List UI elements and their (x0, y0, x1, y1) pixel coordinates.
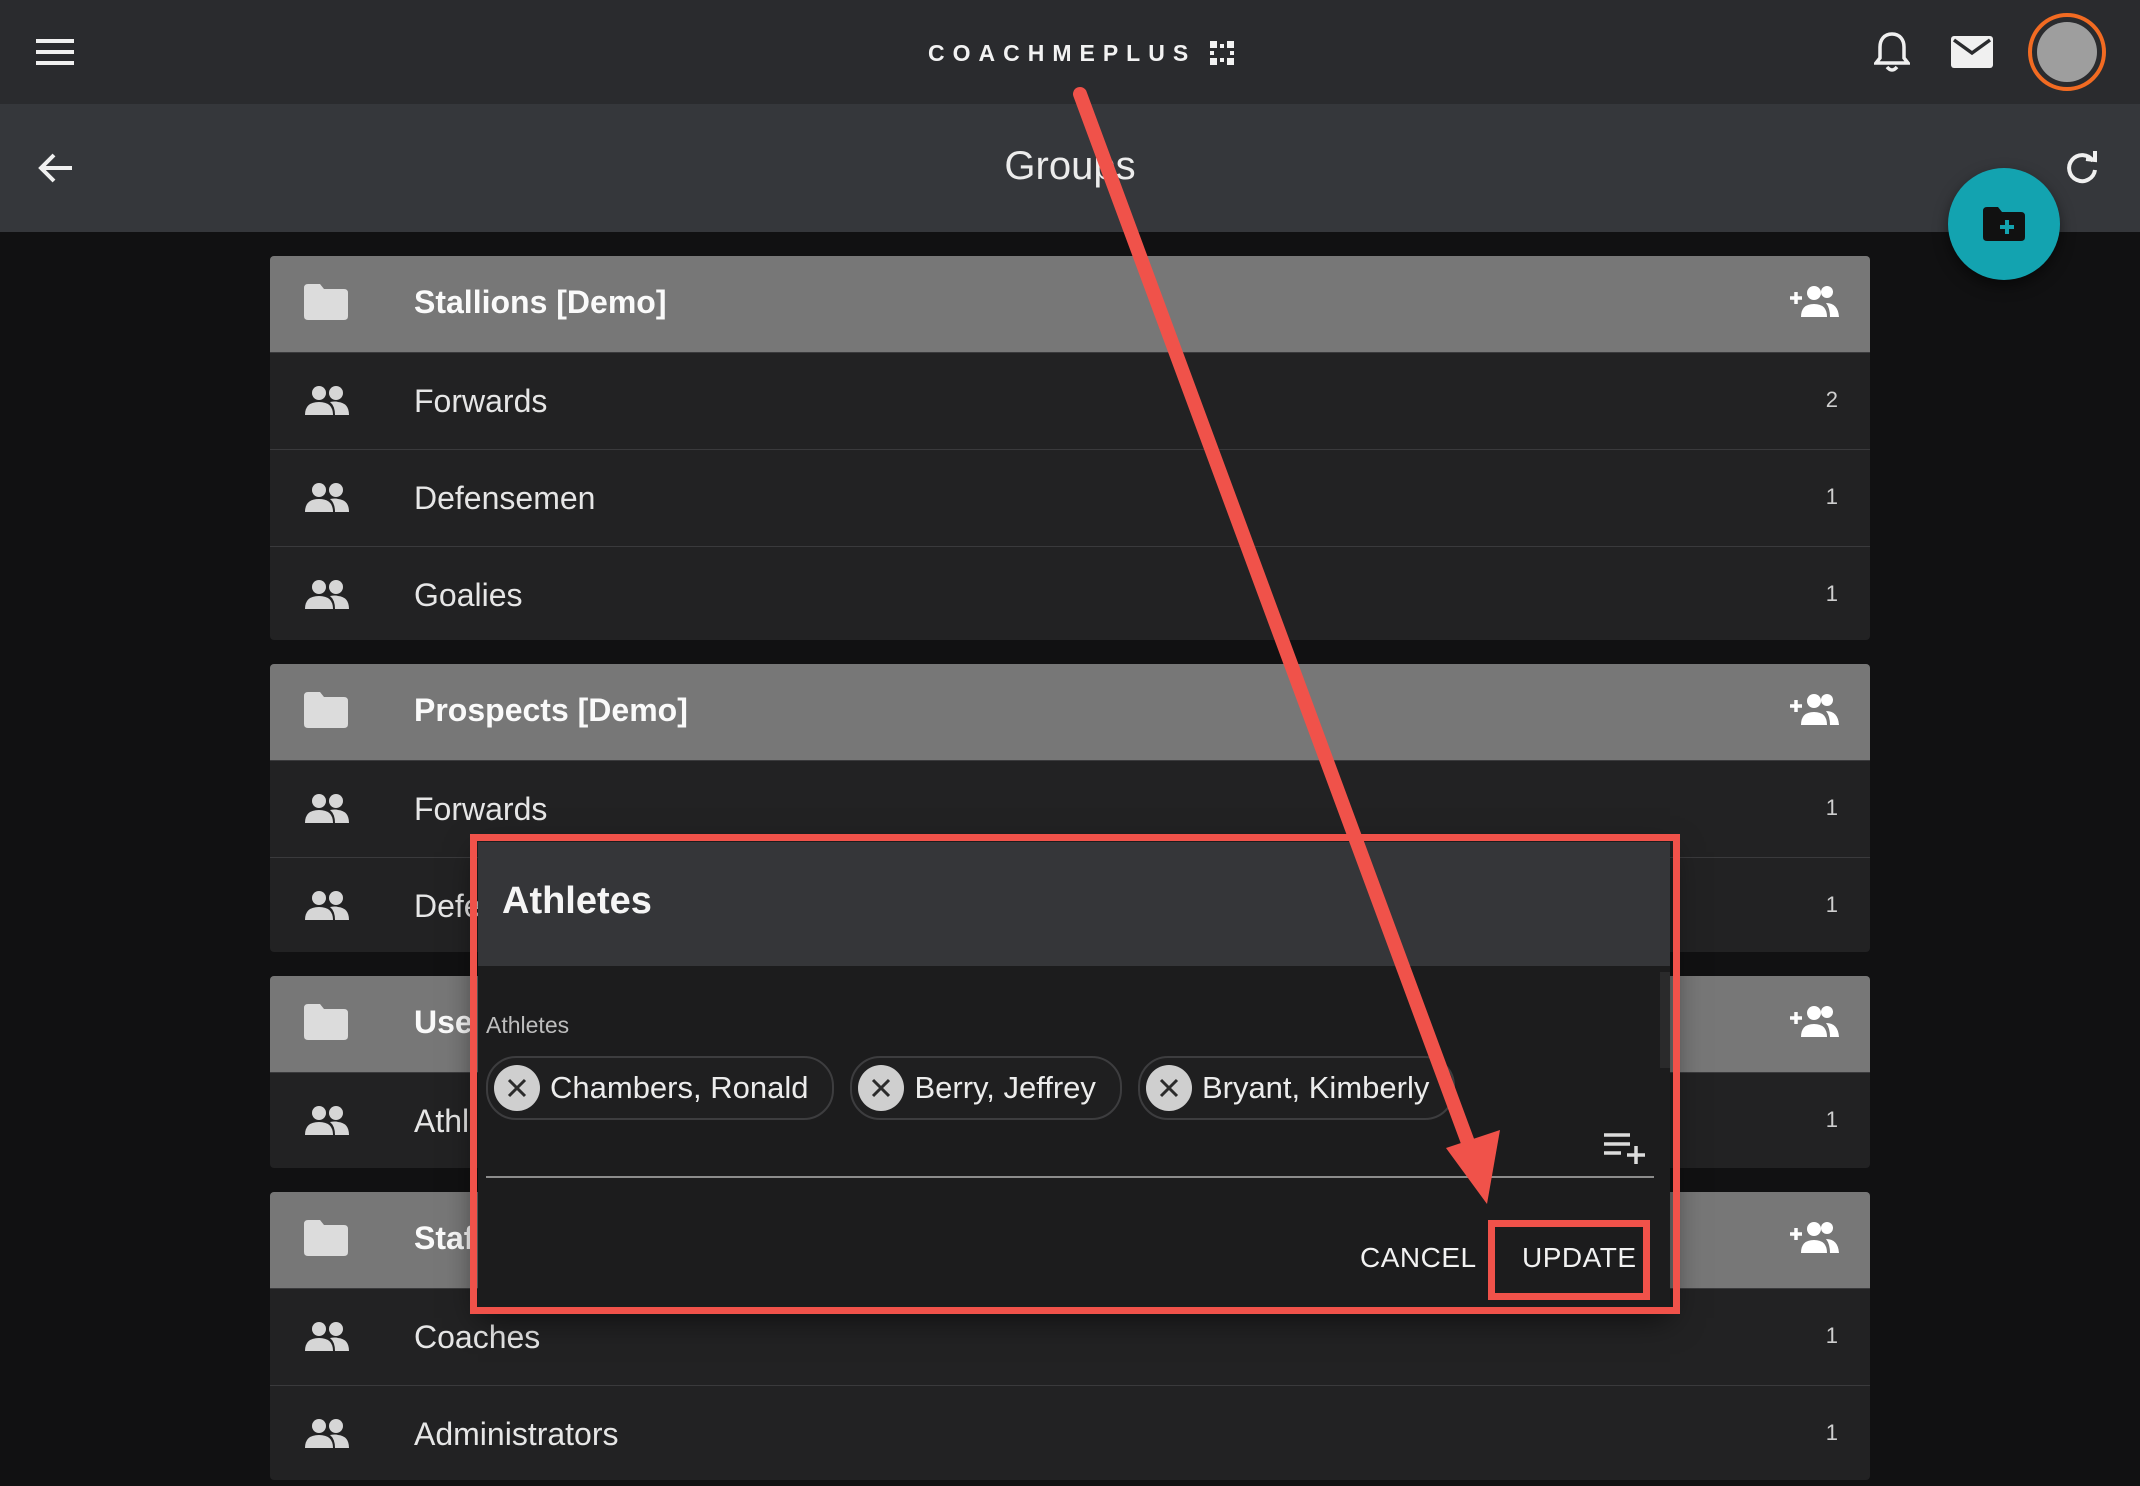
menu-icon[interactable] (34, 34, 78, 70)
group-row-count: 1 (1825, 484, 1838, 509)
group-row-label: Athl (414, 1103, 470, 1139)
group-icon (304, 482, 350, 517)
athlete-chip: Chambers, Ronald (486, 1056, 835, 1120)
group-icon (304, 1418, 350, 1453)
avatar-image (2037, 22, 2097, 82)
page-title: Groups (1004, 144, 1136, 188)
group-row-label: Forwards (414, 383, 548, 419)
group-row-count: 1 (1825, 1420, 1838, 1445)
close-circle-icon[interactable] (494, 1065, 540, 1111)
group-header[interactable]: Prospects [Demo] (270, 664, 1870, 760)
group-icon (304, 1321, 350, 1356)
group-row[interactable]: Defensemen 1 (270, 449, 1870, 546)
group-row-label: Defe (414, 888, 482, 924)
group-add-icon[interactable] (1790, 284, 1840, 323)
brand-logo: COACHMEPLUS (928, 38, 1235, 68)
folder-icon (304, 1004, 348, 1045)
create-folder-button[interactable] (1948, 168, 2060, 280)
avatar[interactable] (2028, 13, 2106, 91)
group-icon (304, 1105, 350, 1140)
athletes-field-label: Athletes (486, 1012, 570, 1038)
group-row-count: 1 (1825, 581, 1838, 606)
brand-name: COACHMEPLUS (928, 39, 1197, 66)
group-row-count: 1 (1825, 892, 1838, 917)
group-row-label: Defensemen (414, 480, 596, 516)
update-button[interactable]: UPDATE (1522, 1242, 1637, 1274)
dialog-header: Athletes (478, 842, 1670, 966)
folder-icon (304, 284, 348, 325)
close-circle-icon[interactable] (858, 1065, 905, 1111)
group-icon (304, 890, 350, 925)
group-add-icon[interactable] (1790, 692, 1840, 731)
dialog-scrollbar[interactable] (1660, 972, 1670, 1068)
create-folder-icon (1983, 207, 2025, 241)
group-row-count: 1 (1825, 795, 1838, 820)
group-row-label: Administrators (414, 1416, 619, 1452)
bell-icon[interactable] (1870, 30, 1914, 74)
group-icon (304, 793, 350, 828)
athletes-input-underline (486, 1176, 1654, 1178)
athlete-chip-label: Bryant, Kimberly (1201, 1070, 1430, 1105)
group-row-label: Goalies (414, 577, 523, 613)
athlete-chip: Berry, Jeffrey (850, 1056, 1122, 1120)
mail-icon[interactable] (1950, 32, 1994, 72)
group-icon (304, 579, 350, 614)
group-add-icon[interactable] (1790, 1004, 1840, 1043)
group-row[interactable]: Goalies 1 (270, 546, 1870, 640)
group-title: Stallions [Demo] (414, 284, 667, 320)
group-row[interactable]: Forwards 2 (270, 352, 1870, 449)
folder-icon (304, 1220, 348, 1261)
group-title: Prospects [Demo] (414, 692, 688, 728)
athlete-chip: Bryant, Kimberly (1137, 1056, 1456, 1120)
group-row-label: Coaches (414, 1319, 541, 1355)
playlist-add-icon[interactable] (1604, 1132, 1648, 1169)
group-row-count: 1 (1825, 1323, 1838, 1348)
athlete-chip-label: Chambers, Ronald (550, 1070, 809, 1105)
dialog-title: Athletes (502, 880, 652, 922)
group-row-count: 1 (1825, 1107, 1838, 1132)
folder-icon (304, 692, 348, 733)
group-row[interactable]: Administrators 1 (270, 1385, 1870, 1480)
group-card: Stallions [Demo] Forwards 2 Defensemen 1… (270, 256, 1870, 640)
group-title: Use (414, 1004, 473, 1040)
athletes-dialog: Athletes Athletes Chambers, Ronald Berry… (478, 842, 1670, 1308)
top-app-bar: COACHMEPLUS (0, 0, 2140, 104)
group-header[interactable]: Stallions [Demo] (270, 256, 1870, 352)
close-circle-icon[interactable] (1145, 1065, 1192, 1111)
brand-mark-icon (1210, 41, 1235, 65)
group-icon (304, 385, 350, 420)
athlete-chips: Chambers, Ronald Berry, Jeffrey Bryant, … (486, 1056, 1456, 1120)
athlete-chip-label: Berry, Jeffrey (914, 1070, 1096, 1105)
cancel-button[interactable]: CANCEL (1360, 1242, 1477, 1274)
group-row-label: Forwards (414, 791, 548, 827)
group-add-icon[interactable] (1790, 1220, 1840, 1259)
group-title: Staf (414, 1220, 475, 1256)
group-row-count: 2 (1825, 387, 1838, 412)
